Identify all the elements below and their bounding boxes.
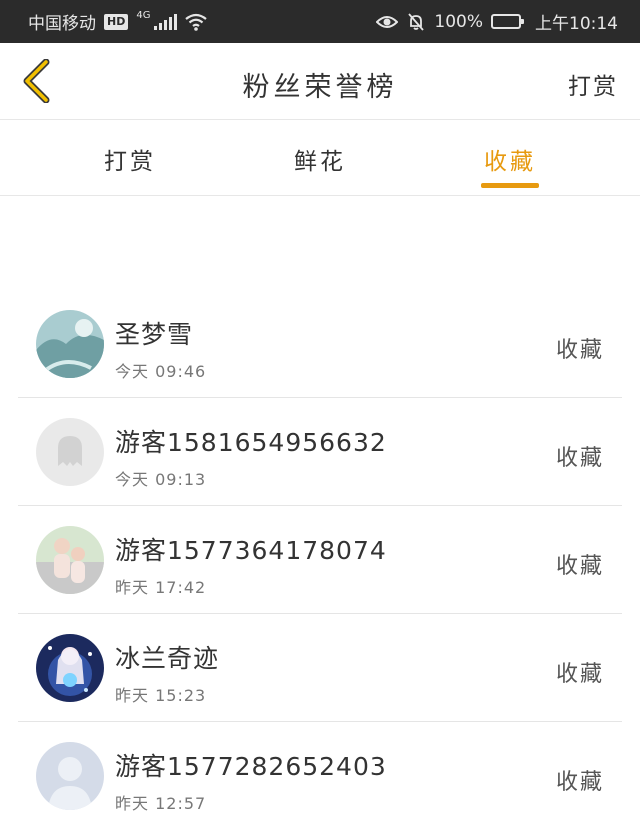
fan-action: 收藏 (555, 338, 604, 363)
active-tab-indicator (481, 183, 539, 188)
nav-header: 粉丝荣誉榜 打赏 (0, 43, 640, 120)
network-label: 4G (136, 10, 151, 21)
fan-time: 今天 09:13 (115, 470, 207, 489)
fan-time: 今天 09:46 (115, 362, 207, 381)
tab-favorites[interactable]: 收藏 (450, 142, 570, 176)
tab-tip[interactable]: 打赏 (70, 142, 190, 176)
fan-action: 收藏 (555, 446, 604, 471)
page-title: 粉丝荣誉榜 (242, 72, 398, 103)
signal-icon (154, 13, 178, 30)
children-photo-avatar (36, 526, 104, 594)
list-item[interactable]: 游客1577364178074 昨天 17:42 收藏 (18, 506, 622, 614)
tab-bar: 打赏 鲜花 收藏 (0, 120, 640, 196)
status-right: 100% 上午10:14 (376, 9, 618, 34)
list-item[interactable]: 冰兰奇迹 昨天 15:23 收藏 (18, 614, 622, 722)
fan-time: 昨天 12:57 (115, 794, 207, 813)
status-left: 中国移动 HD 4G (28, 9, 208, 34)
fan-name: 冰兰奇迹 (115, 644, 220, 673)
fan-name: 游客1577282652403 (115, 752, 387, 781)
fan-name: 游客1581654956632 (115, 428, 387, 457)
fan-action: 收藏 (555, 770, 604, 795)
tab-flowers[interactable]: 鲜花 (260, 142, 380, 176)
default-ghost-avatar (36, 418, 104, 486)
carrier-label: 中国移动 (28, 14, 96, 34)
battery-icon (491, 14, 524, 29)
fan-name: 圣梦雪 (115, 320, 194, 349)
fan-name: 游客1577364178074 (115, 536, 387, 565)
eye-icon (376, 15, 399, 28)
list-item[interactable]: 圣梦雪 今天 09:46 收藏 (18, 290, 622, 398)
mute-bell-icon (408, 12, 425, 31)
list-item[interactable]: 游客1577282652403 昨天 12:57 收藏 (18, 722, 622, 830)
fan-action: 收藏 (555, 662, 604, 687)
tip-button[interactable]: 打赏 (568, 67, 618, 101)
wifi-icon (185, 13, 208, 31)
battery-percent: 100% (434, 11, 483, 32)
anime-girl-avatar (36, 634, 104, 702)
list-item[interactable]: 游客1581654956632 今天 09:13 收藏 (18, 398, 622, 506)
default-person-avatar (36, 742, 104, 810)
clock: 上午10:14 (535, 14, 618, 34)
hd-badge: HD (104, 13, 129, 30)
status-bar: 中国移动 HD 4G 100% 上午10:14 (0, 0, 640, 43)
fan-action: 收藏 (555, 554, 604, 579)
fan-time: 昨天 15:23 (115, 686, 207, 705)
fan-time: 昨天 17:42 (115, 578, 207, 597)
landscape-avatar (36, 310, 104, 378)
